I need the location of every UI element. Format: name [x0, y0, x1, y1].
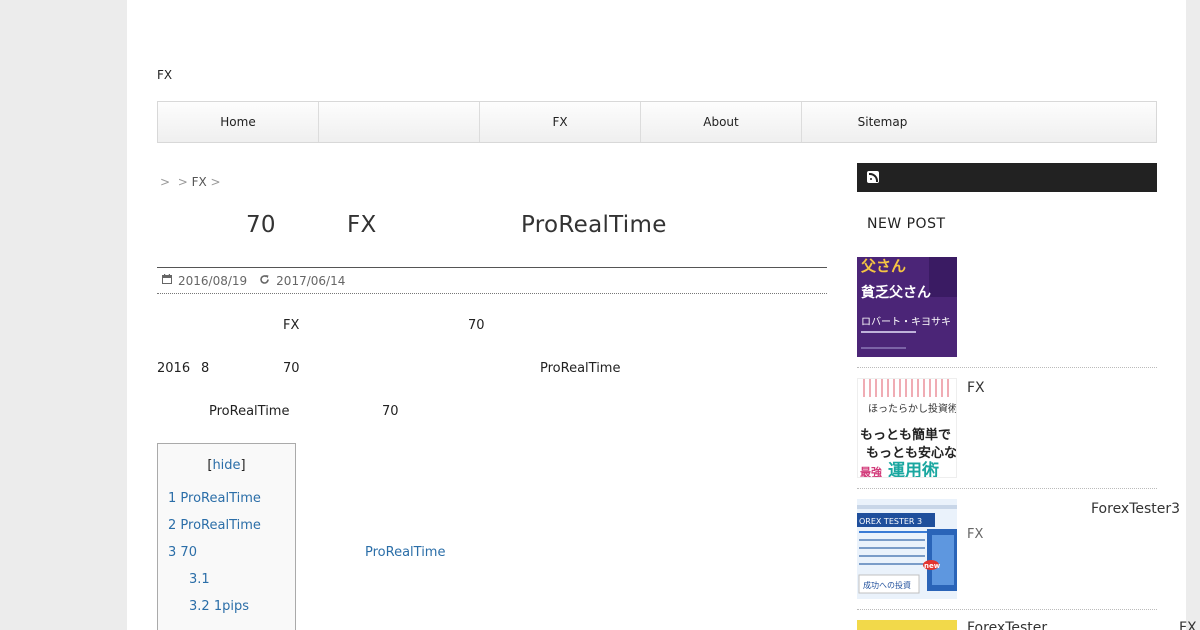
post-thumbnail[interactable]: [857, 620, 957, 630]
toc-subitem[interactable]: 3.1: [168, 572, 285, 599]
nav-item-fx[interactable]: FX: [480, 102, 641, 142]
toc-number: 3.2: [189, 599, 210, 614]
main-nav: Home FX About Sitemap: [157, 101, 1157, 143]
nav-item-blank[interactable]: [319, 102, 480, 142]
toc-item[interactable]: 2 ProRealTime: [168, 518, 285, 545]
breadcrumb-separator: >: [210, 175, 221, 189]
toc-item[interactable]: 3 70 ProRealTime: [168, 545, 445, 572]
paragraph-fragment: FX: [283, 318, 300, 333]
thumb-text: OREX TESTER 3: [859, 517, 922, 526]
paragraph-fragment: ProRealTime: [540, 361, 621, 376]
breadcrumb: > > FX >: [160, 175, 221, 189]
toc-item[interactable]: 1 ProRealTime: [168, 491, 285, 518]
post-thumbnail[interactable]: 父さん 貧乏父さん ロバート・キヨサキ: [857, 257, 957, 357]
paragraph-fragment: 2016: [157, 361, 191, 376]
sidebar-header-bar: [857, 163, 1157, 192]
post-thumbnail[interactable]: OREX TESTER 3 new 成功への投資: [857, 499, 957, 599]
updated-date: 2017/06/14: [259, 274, 345, 288]
nav-item-sitemap[interactable]: Sitemap: [802, 102, 963, 142]
toc-text: 1pips: [213, 599, 249, 614]
page-container: FX Home FX About Sitemap > > FX > 70 FX …: [127, 0, 1197, 630]
sidebar-post-title[interactable]: ForexTester3: [1091, 501, 1180, 517]
thumb-text: new: [924, 562, 941, 570]
toc-header: [hide]: [168, 458, 285, 473]
sidebar-heading: NEW POST: [867, 216, 946, 232]
toc-subitem[interactable]: 3.2 1pips: [168, 599, 285, 626]
nav-item-about[interactable]: About: [641, 102, 802, 142]
breadcrumb-separator: >: [160, 175, 171, 189]
paragraph-fragment: 8: [201, 361, 210, 376]
toc-text-extra: ProRealTime: [365, 545, 446, 560]
nav-item-home[interactable]: Home: [158, 102, 319, 142]
thumb-text: ロバート・キヨサキ: [861, 316, 951, 328]
post-thumbnail[interactable]: ほったらかし投資術 もっとも簡単で もっとも安心な 最強 運用術: [857, 378, 957, 478]
table-of-contents: [hide] 1 ProRealTime 2 ProRealTime 3 70 P…: [157, 443, 445, 630]
thumb-text: もっとも安心な: [866, 445, 957, 461]
updated-date-text: 2017/06/14: [276, 273, 346, 288]
sidebar-post-item[interactable]: ForexTester FX: [857, 620, 1197, 630]
published-date-text: 2016/08/19: [178, 273, 248, 288]
sidebar-post-item[interactable]: OREX TESTER 3 new 成功への投資 ForexTester3 FX: [857, 499, 1180, 610]
thumb-text: 最強: [860, 465, 882, 478]
thumb-text: 父さん: [860, 257, 906, 275]
breadcrumb-link-fx[interactable]: FX: [192, 175, 207, 189]
toc-number: 2: [168, 518, 177, 533]
sidebar-post-title[interactable]: ForexTester: [967, 620, 1047, 630]
paragraph-fragment: 70: [382, 404, 399, 419]
calendar-icon: [162, 274, 172, 287]
refresh-icon: [259, 274, 270, 288]
post-title-part: 70: [246, 212, 276, 238]
post-title-part: FX: [347, 212, 377, 238]
toc-bracket: ]: [240, 458, 246, 473]
paragraph-fragment: ProRealTime: [209, 404, 290, 419]
paragraph-fragment: 70: [283, 361, 300, 376]
toc-number: 3: [168, 545, 177, 560]
rss-icon[interactable]: [867, 171, 879, 183]
toc-number: 3.1: [189, 572, 210, 587]
sidebar-post-title[interactable]: FX: [967, 380, 985, 396]
sidebar-post-item[interactable]: 父さん 貧乏父さん ロバート・キヨサキ: [857, 257, 1157, 368]
post-title-part: ProRealTime: [521, 212, 667, 238]
thumb-text: 貧乏父さん: [861, 284, 931, 301]
published-date: 2016/08/19: [162, 274, 247, 288]
thumb-text: もっとも簡単で: [860, 427, 951, 443]
toc-text: ProRealTime: [180, 491, 261, 506]
thumb-text: 運用術: [888, 460, 939, 478]
toc-hide-link[interactable]: hide: [212, 458, 240, 473]
paragraph-fragment: 70: [468, 318, 485, 333]
sidebar-post-item[interactable]: ほったらかし投資術 もっとも簡単で もっとも安心な 最強 運用術 FX: [857, 378, 1157, 489]
breadcrumb-separator: >: [177, 175, 188, 189]
thumb-text: ほったらかし投資術: [868, 402, 957, 415]
sidebar-post-subtitle: FX: [967, 527, 984, 542]
toc-number: 1: [168, 491, 177, 506]
site-title[interactable]: FX: [157, 68, 172, 82]
toc-text: 70: [180, 545, 197, 560]
toc-text: ProRealTime: [180, 518, 261, 533]
thumb-text: 成功への投資: [863, 580, 911, 590]
sidebar-post-subtitle: FX: [1179, 620, 1197, 630]
post-meta: 2016/08/19 2017/06/14: [157, 267, 827, 294]
